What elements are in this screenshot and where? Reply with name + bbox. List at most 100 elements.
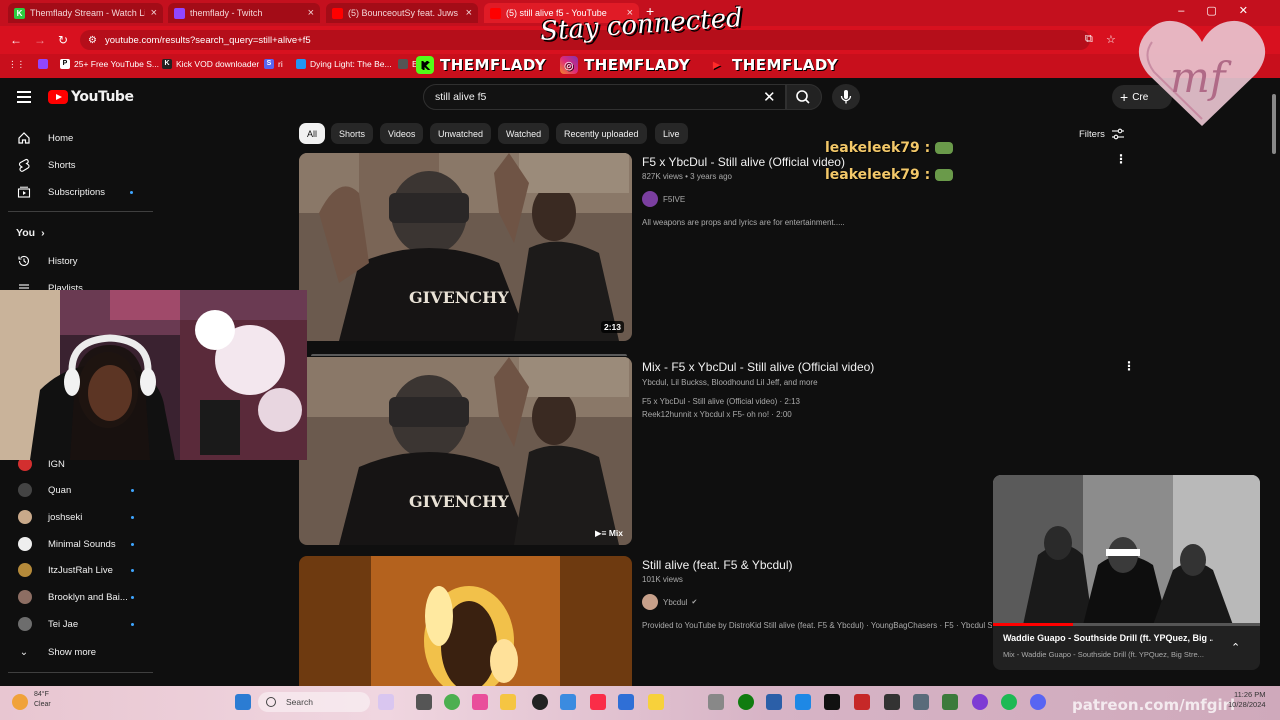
sidebar-item-history[interactable]: History (16, 253, 78, 269)
app-icon[interactable] (766, 694, 782, 710)
music-icon[interactable] (590, 694, 606, 710)
forward-arrow-icon[interactable]: → (34, 33, 46, 47)
app-icon[interactable] (942, 694, 958, 710)
file-explorer-icon[interactable] (500, 694, 516, 710)
sidebar-subscription-tei-jae[interactable]: Tei Jae (18, 617, 134, 631)
copilot-icon[interactable] (378, 694, 394, 710)
miniplayer[interactable]: Waddie Guapo - Southside Drill (ft. YPQu… (993, 475, 1260, 670)
miniplayer-video[interactable] (993, 475, 1260, 625)
spotify-icon[interactable] (1001, 694, 1017, 710)
more-actions-icon[interactable]: ⋮ (1115, 152, 1127, 166)
scrollbar-thumb[interactable] (1272, 94, 1276, 154)
taskbar-clock[interactable]: 11:26 PM 10/28/2024 (1228, 690, 1266, 710)
reload-icon[interactable]: ↻ (58, 33, 68, 47)
task-view-icon[interactable] (416, 694, 432, 710)
search-icon (796, 90, 810, 104)
chip-watched[interactable]: Watched (498, 123, 550, 144)
weather-icon[interactable] (12, 694, 28, 710)
bookmark-kick-vod[interactable]: K Kick VOD downloader (162, 59, 259, 69)
channel-avatar (642, 594, 658, 610)
hamburger-menu-icon[interactable] (17, 91, 31, 103)
video-thumbnail[interactable] (299, 556, 632, 686)
app-icon[interactable] (532, 694, 548, 710)
sidebar-show-more[interactable]: ⌄ Show more (16, 644, 96, 660)
sidebar-subscription-quan[interactable]: Quan (18, 483, 134, 497)
emote-icon (935, 142, 954, 154)
clear-search-icon[interactable]: ✕ (763, 88, 776, 106)
video-title[interactable]: Mix - F5 x YbcDul - Still alive (Officia… (642, 360, 874, 374)
back-arrow-icon[interactable]: ← (10, 33, 22, 47)
more-actions-icon[interactable]: ⋮ (1123, 359, 1135, 373)
bookmark-youtube-tools[interactable]: P 25+ Free YouTube S... (60, 59, 159, 69)
mix-thumbnail[interactable]: GIVENCHY ▶≡ Mix (299, 357, 632, 545)
sidebar-you-header[interactable]: You › (16, 227, 45, 239)
store-icon[interactable] (560, 694, 576, 710)
app-icon[interactable] (795, 694, 811, 710)
video-title[interactable]: Still alive (feat. F5 & Ybcdul) (642, 558, 793, 572)
xbox-icon[interactable] (738, 694, 754, 710)
youtube-logo[interactable]: YouTube (48, 89, 134, 105)
windows-start-icon[interactable] (235, 694, 251, 710)
search-query-text[interactable]: still alive f5 (435, 91, 486, 103)
browser-tab-kick[interactable]: K Themflady Stream - Watch Live × (8, 3, 163, 23)
video-thumbnail[interactable]: GIVENCHY 2:13 (299, 153, 632, 341)
close-tab-icon[interactable]: × (151, 7, 157, 19)
chip-recently-uploaded[interactable]: Recently uploaded (556, 123, 647, 144)
chevron-right-icon: › (41, 227, 45, 239)
sidebar-item-home[interactable]: Home (16, 130, 73, 146)
expand-chevron-icon[interactable]: ⌃ (1231, 641, 1240, 654)
tab-title: Themflady Stream - Watch Live (30, 8, 145, 18)
clock-time: 11:26 PM (1234, 690, 1266, 699)
bookmark-star-icon[interactable]: ☆ (1106, 33, 1116, 46)
settings-icon[interactable] (913, 694, 929, 710)
voice-search-button[interactable] (832, 84, 860, 110)
tiktok-icon[interactable] (824, 694, 840, 710)
svg-text:GIVENCHY: GIVENCHY (409, 492, 509, 511)
bookmark-twitch[interactable] (38, 59, 52, 69)
miniplayer-progress-bar[interactable] (993, 623, 1260, 626)
close-tab-icon[interactable]: × (308, 7, 314, 19)
sidebar-subscription-brooklyn-and-bailey[interactable]: Brooklyn and Bai... (18, 590, 134, 604)
mix-item[interactable]: Reek12hunnit x Ybcdul x F5- oh no! · 2:0… (642, 410, 792, 419)
sidebar-item-subscriptions[interactable]: Subscriptions (16, 184, 133, 200)
mail-icon[interactable] (618, 694, 634, 710)
chip-all[interactable]: All (299, 123, 326, 144)
install-app-icon[interactable]: ⧉ (1085, 33, 1093, 46)
channel-row[interactable]: Ybcdul ✔ (642, 594, 697, 610)
youtube-play-icon (48, 90, 68, 104)
apps-grid-icon[interactable]: ⋮⋮ (8, 59, 25, 70)
search-button[interactable] (786, 84, 822, 110)
filters-button[interactable]: Filters (1079, 128, 1125, 140)
close-tab-icon[interactable]: × (466, 7, 472, 19)
app-icon[interactable] (884, 694, 900, 710)
weather-widget[interactable]: 84°F Clear (34, 690, 51, 710)
miniplayer-title[interactable]: Waddie Guapo - Southside Drill (ft. YPQu… (1003, 633, 1213, 643)
browser-tab-twitch[interactable]: themflady - Twitch × (168, 3, 320, 23)
url-text[interactable]: youtube.com/results?search_query=still+a… (105, 35, 311, 46)
avatar (18, 510, 32, 524)
discord-icon[interactable] (1030, 694, 1046, 710)
browser-tab-youtube-bounceout[interactable]: (5) BounceoutSy feat. Juws - Ne × (326, 3, 478, 23)
sidebar-item-shorts[interactable]: Shorts (16, 157, 75, 173)
app-icon[interactable] (648, 694, 664, 710)
chip-shorts[interactable]: Shorts (331, 123, 374, 144)
app-icon[interactable] (472, 694, 488, 710)
bookmark-dying-light[interactable]: Dying Light: The Be... (296, 59, 392, 69)
chip-live[interactable]: Live (655, 123, 688, 144)
app-icon[interactable] (854, 694, 870, 710)
app-icon[interactable] (708, 694, 724, 710)
chrome-icon[interactable] (444, 694, 460, 710)
site-info-icon[interactable]: ⚙ (88, 35, 97, 46)
sidebar-subscription-minimal-sounds[interactable]: Minimal Sounds (18, 537, 134, 551)
video-title[interactable]: F5 x YbcDul - Still alive (Official vide… (642, 155, 845, 169)
chip-unwatched[interactable]: Unwatched (430, 123, 492, 144)
sl-icon: S (264, 59, 274, 69)
chip-videos[interactable]: Videos (380, 123, 424, 144)
page-scrollbar[interactable] (1271, 80, 1277, 685)
app-icon[interactable] (972, 694, 988, 710)
channel-row[interactable]: F5IVE (642, 191, 685, 207)
bookmark-ri[interactable]: Sri (264, 59, 283, 69)
mix-item[interactable]: F5 x YbcDul - Still alive (Official vide… (642, 397, 800, 406)
sidebar-subscription-joshseki[interactable]: joshseki (18, 510, 134, 524)
sidebar-subscription-itzjustrah[interactable]: ItzJustRah Live (18, 563, 134, 577)
